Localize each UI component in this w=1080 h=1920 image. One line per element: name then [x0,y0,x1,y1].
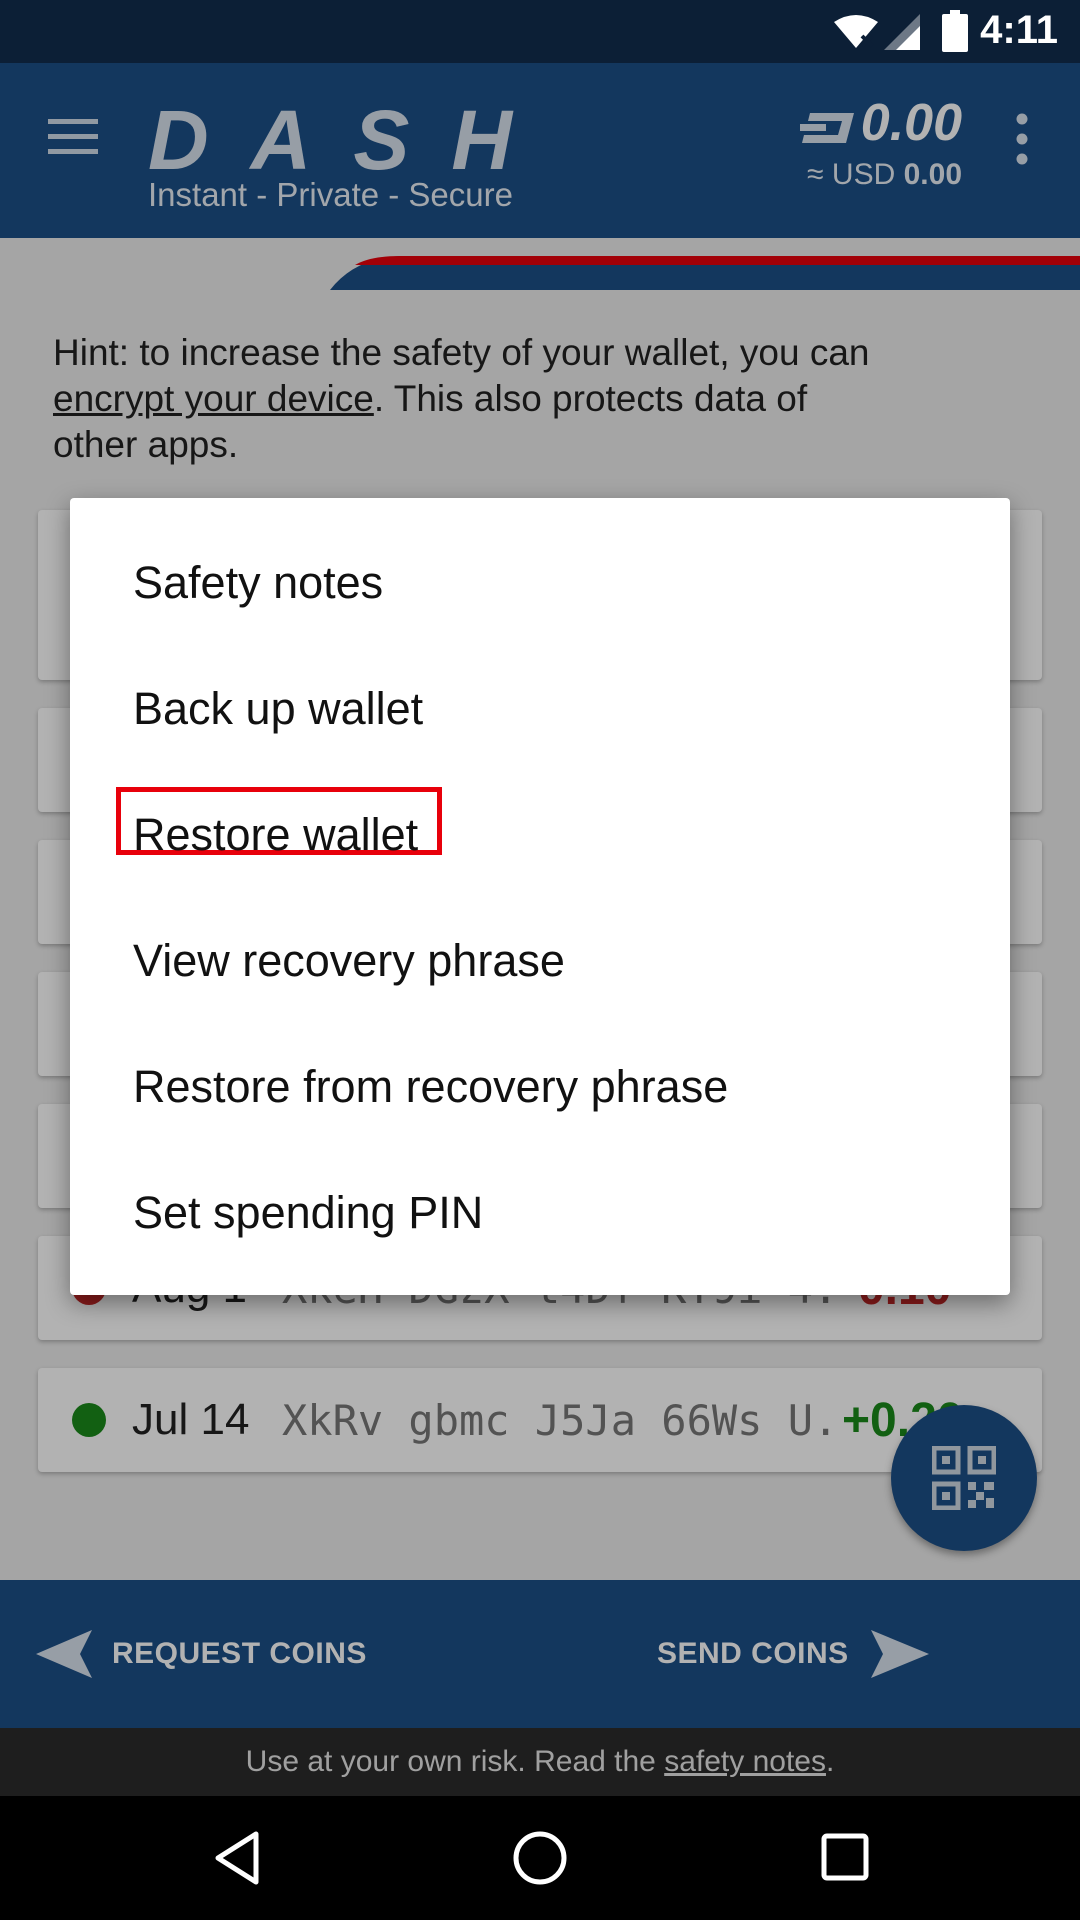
back-icon[interactable] [212,1830,262,1886]
menu-item-view-recovery-phrase[interactable]: View recovery phrase [70,898,1010,1024]
menu-item-back-up-wallet[interactable]: Back up wallet [70,646,1010,772]
menu-item-safety-notes[interactable]: Safety notes [70,520,1010,646]
status-time: 4:11 [980,8,1058,52]
menu-item-label: Restore wallet [133,809,419,860]
battery-icon [942,10,968,52]
status-bar: 4:11 [0,0,1080,63]
menu-item-label: Set spending PIN [133,1187,484,1238]
menu-item-label: Restore from recovery phrase [133,1061,729,1112]
menu-item-restore-wallet[interactable]: Restore wallet [70,772,1010,898]
menu-item-label: View recovery phrase [133,935,565,986]
signal-icon [884,14,920,50]
navigation-bar [0,1796,1080,1920]
menu-item-label: Back up wallet [133,683,424,734]
home-icon[interactable] [512,1830,568,1886]
menu-item-restore-from-recovery-phrase[interactable]: Restore from recovery phrase [70,1024,1010,1150]
options-menu: Safety notes Back up wallet Restore wall… [70,498,1010,1295]
menu-item-label: Safety notes [133,557,384,608]
recents-icon[interactable] [820,1832,870,1882]
wifi-off-icon [834,15,878,48]
menu-item-set-spending-pin[interactable]: Set spending PIN [70,1150,1010,1276]
